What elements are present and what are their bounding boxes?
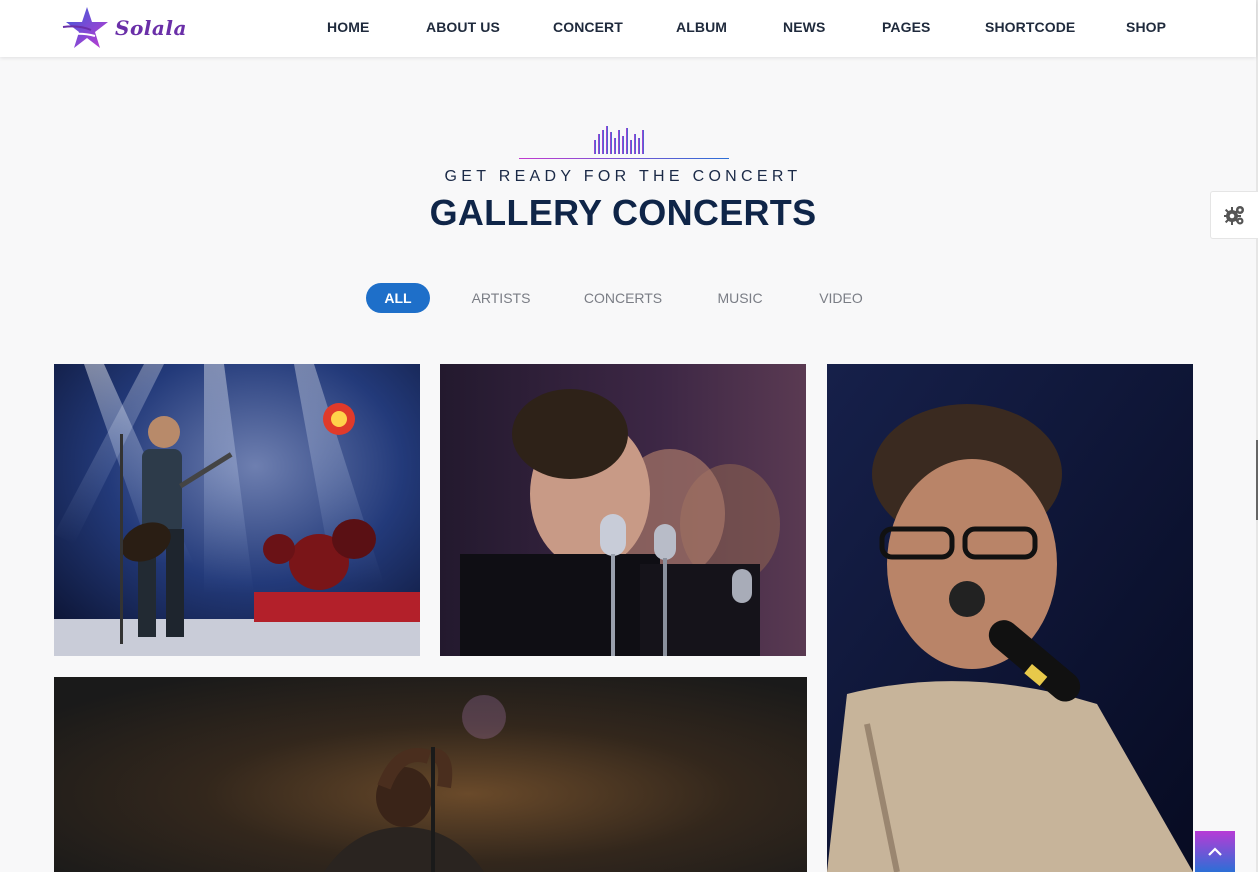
site-header: Solala HOME ABOUT US CONCERT ALBUM NEWS …: [0, 0, 1256, 57]
site-logo[interactable]: Solala: [61, 5, 187, 51]
filter-music[interactable]: MUSIC: [710, 283, 770, 313]
nav-news[interactable]: NEWS: [783, 19, 825, 35]
nav-album[interactable]: ALBUM: [676, 19, 727, 35]
back-to-top-button[interactable]: [1195, 831, 1235, 872]
equalizer-icon: [519, 126, 729, 159]
chevron-up-icon: [1208, 846, 1222, 856]
filter-video[interactable]: VIDEO: [812, 283, 870, 313]
nav-concert[interactable]: CONCERT: [553, 19, 623, 35]
gallery-image-backing-singers[interactable]: [440, 364, 806, 656]
section-title: GALLERY CONCERTS: [429, 192, 817, 233]
gallery-image-singer-mic-stand[interactable]: [54, 677, 807, 872]
section-subtitle: GET READY FOR THE CONCERT: [444, 168, 802, 185]
star-logo-icon: [62, 7, 108, 48]
gears-icon: [1224, 206, 1244, 225]
nav-about-us[interactable]: ABOUT US: [426, 19, 500, 35]
gallery-image-singer-glasses[interactable]: [827, 364, 1193, 872]
brand-name: Solala: [115, 16, 187, 40]
settings-panel-toggle[interactable]: [1210, 191, 1258, 239]
filter-artists[interactable]: ARTISTS: [466, 283, 536, 313]
filter-concerts[interactable]: CONCERTS: [580, 283, 666, 313]
filter-all[interactable]: ALL: [366, 283, 430, 313]
nav-pages[interactable]: PAGES: [882, 19, 930, 35]
nav-home[interactable]: HOME: [327, 19, 369, 35]
nav-shop[interactable]: SHOP: [1126, 19, 1166, 35]
gallery-image-guitarist[interactable]: [54, 364, 420, 656]
nav-shortcode[interactable]: SHORTCODE: [985, 19, 1075, 35]
